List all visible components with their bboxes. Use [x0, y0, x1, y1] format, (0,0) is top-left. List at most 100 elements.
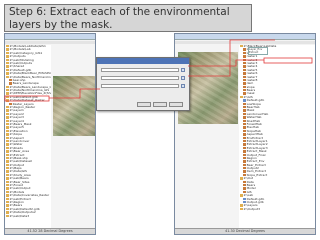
layer-icon	[243, 133, 246, 136]
left-status-bar: 41.52 28 Decimal Degrees	[5, 228, 95, 234]
folder-icon	[6, 99, 9, 102]
layer-icon	[243, 187, 246, 190]
folder-icon	[6, 194, 9, 197]
ok-button[interactable]	[137, 102, 151, 107]
right-window-titlebar	[175, 34, 315, 40]
layer-icon	[243, 58, 246, 61]
layer-icon	[243, 51, 246, 55]
right-table-of-contents[interactable]: Z:\BlackBear\LabDatalayer1layer2raster1r…	[239, 45, 315, 231]
folder-icon	[6, 200, 9, 204]
left-window-menubar[interactable]	[5, 41, 95, 44]
folder-icon	[6, 133, 9, 136]
folder-icon	[6, 136, 9, 139]
folder-icon	[6, 58, 9, 61]
folder-icon	[6, 177, 9, 180]
folder-icon	[6, 92, 9, 95]
layer-icon	[243, 78, 246, 82]
side-panel-item[interactable]: Extract	[249, 51, 267, 54]
folder-icon	[6, 150, 9, 153]
mask-field[interactable]	[101, 76, 179, 80]
layer-icon	[243, 143, 246, 146]
step-caption: Step 6: Extract each of the environmenta…	[4, 4, 252, 32]
right-tree-item[interactable]: Z:\Output3	[239, 207, 315, 211]
layer-icon	[243, 163, 246, 167]
folder-icon	[240, 204, 243, 207]
folder-icon	[6, 65, 9, 68]
folder-icon	[6, 72, 9, 75]
folder-icon	[6, 116, 9, 119]
folder-icon	[6, 173, 9, 177]
left-table-of-contents[interactable]: Z:\Models\LabData\GIS1 Z:\Models\Lab Z:\La…	[5, 45, 51, 231]
layer-icon	[243, 173, 246, 177]
folder-icon	[6, 61, 9, 65]
layer-icon	[243, 102, 246, 106]
folder-icon	[6, 214, 9, 217]
layer-icon	[243, 122, 246, 126]
folder-icon	[6, 85, 9, 89]
layer-icon	[243, 160, 246, 163]
folder-icon	[6, 112, 9, 116]
layer-icon	[243, 190, 246, 194]
folder-icon	[6, 180, 9, 184]
folder-icon	[6, 160, 9, 163]
layer-icon	[243, 170, 246, 173]
side-panel[interactable]: Layer_Env Extract	[248, 47, 268, 55]
layer-icon	[243, 82, 246, 85]
output-browse-button[interactable]	[181, 84, 185, 88]
right-tree-item-label: Z:\Output3	[243, 207, 260, 211]
folder-icon	[6, 55, 9, 58]
layer-icon	[243, 92, 246, 95]
layer-icon	[243, 72, 246, 75]
folder-icon	[6, 146, 9, 150]
folder-icon	[6, 106, 9, 109]
folder-icon	[6, 48, 9, 51]
layer-icon	[243, 68, 246, 72]
folder-icon	[6, 89, 9, 92]
layer-icon	[9, 82, 12, 85]
layer-icon	[243, 200, 246, 204]
layer-icon	[243, 197, 246, 200]
layer-icon	[243, 112, 246, 116]
mask-browse-button[interactable]	[181, 76, 185, 80]
environments-button[interactable]	[169, 102, 183, 107]
folder-icon	[6, 163, 9, 167]
layer-icon	[243, 61, 246, 65]
folder-icon	[6, 129, 9, 133]
extract-by-mask-dialog[interactable]	[96, 57, 190, 111]
left-window-titlebar	[5, 34, 95, 40]
folder-icon	[6, 95, 9, 99]
layer-icon	[243, 180, 246, 184]
input-raster-browse-button[interactable]	[181, 68, 185, 72]
layer-icon	[243, 136, 246, 139]
left-tree-item[interactable]: Z:\Lab\Data3	[5, 214, 51, 218]
layer-icon	[243, 48, 246, 51]
folder-icon	[6, 190, 9, 194]
folder-icon	[6, 184, 9, 187]
folder-icon	[6, 139, 9, 143]
dialog-titlebar[interactable]	[97, 58, 189, 64]
layer-icon	[243, 146, 246, 150]
folder-icon	[6, 75, 9, 78]
output-raster-field[interactable]	[101, 84, 179, 88]
left-map-view[interactable]	[53, 76, 95, 136]
layer-icon	[243, 75, 246, 78]
folder-icon	[6, 51, 9, 55]
layer-icon	[243, 55, 246, 58]
layer-icon	[243, 116, 246, 119]
folder-icon	[6, 170, 9, 173]
folder-icon	[6, 143, 9, 146]
right-window-menubar[interactable]	[175, 41, 315, 44]
folder-icon	[6, 153, 9, 156]
folder-icon	[240, 177, 243, 180]
layer-icon	[243, 89, 246, 92]
layer-icon	[243, 126, 246, 129]
left-arcmap-window: Z:\Models\LabData\GIS1 Z:\Models\Lab Z:\La…	[4, 33, 96, 235]
layer-icon	[9, 102, 12, 106]
folder-icon	[6, 207, 9, 211]
folder-icon	[6, 126, 9, 129]
input-raster-field[interactable]	[101, 68, 179, 72]
layer-icon	[243, 153, 246, 156]
cancel-button[interactable]	[153, 102, 167, 107]
folder-icon	[6, 156, 9, 160]
folder-icon	[6, 167, 9, 170]
